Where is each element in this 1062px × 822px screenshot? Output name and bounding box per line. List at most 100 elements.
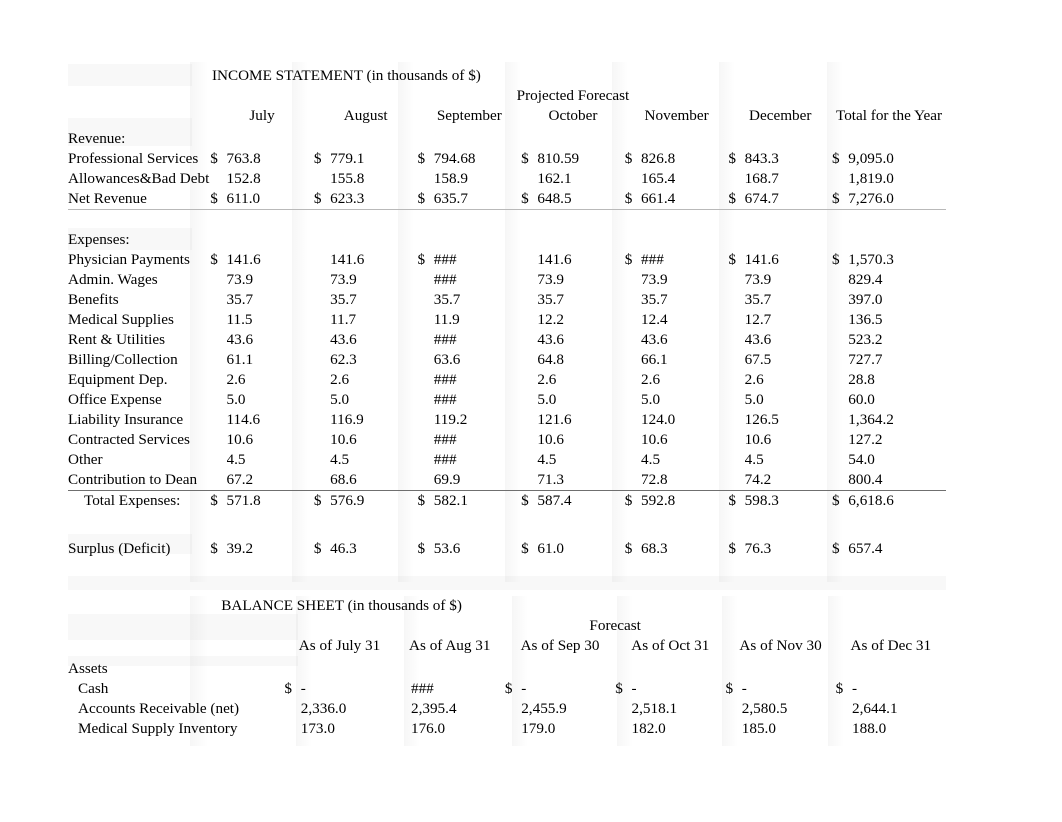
cell-value[interactable]: 185.0 [742,719,836,739]
cell-total[interactable]: 60.0 [848,390,946,410]
cell-value[interactable]: 2,644.1 [852,699,946,719]
cell-value[interactable]: 5.0 [227,390,314,410]
cell-value[interactable]: 661.4 [641,189,729,210]
cell-value[interactable]: 35.7 [330,290,417,310]
cell-value[interactable]: 173.0 [301,719,395,739]
table-row[interactable]: Physician Payments $ 141.6 141.6 $ ### 1… [68,250,946,270]
cell-value[interactable]: 73.9 [330,270,417,290]
table-row[interactable]: Benefits 35.7 35.7 35.7 35.7 35.7 35.7 3… [68,290,946,310]
cell-total[interactable]: 1,364.2 [848,410,946,430]
cell-value[interactable]: 4.5 [745,450,832,470]
cell-value[interactable]: 12.2 [537,310,624,330]
cell-value[interactable]: - [742,679,836,699]
cell-total[interactable]: 727.7 [848,350,946,370]
table-row[interactable]: Professional Services $ 763.8 $ 779.1 $ … [68,149,946,169]
cell-value[interactable]: 2.6 [227,370,314,390]
income-statement-table[interactable]: INCOME STATEMENT (in thousands of $) Pro… [68,66,946,559]
cell-total[interactable]: 7,276.0 [848,189,946,210]
cell-value[interactable]: 35.7 [537,290,624,310]
cell-total[interactable]: 397.0 [848,290,946,310]
cell-value[interactable]: ### [641,250,728,270]
cell-value[interactable]: 46.3 [330,539,417,559]
cell-total[interactable]: 136.5 [848,310,946,330]
cell-value[interactable]: 168.7 [745,169,832,189]
cell-value[interactable]: 2,580.5 [742,699,836,719]
cell-value[interactable]: ### [411,679,505,699]
cell-total[interactable]: 1,819.0 [848,169,946,189]
cell-value[interactable]: 43.6 [745,330,832,350]
cell-value[interactable]: 810.59 [537,149,624,169]
cell-value[interactable]: 179.0 [521,719,615,739]
table-row[interactable]: Rent & Utilities 43.6 43.6 ### 43.6 43.6… [68,330,946,350]
cell-total[interactable]: 829.4 [848,270,946,290]
cell-value[interactable]: 188.0 [852,719,946,739]
cell-value[interactable]: 124.0 [641,410,728,430]
table-row[interactable]: Allowances&Bad Debt 152.8 155.8 158.9 16… [68,169,946,189]
cell-value[interactable]: 2,336.0 [301,699,395,719]
table-row[interactable]: Admin. Wages 73.9 73.9 ### 73.9 73.9 73.… [68,270,946,290]
cell-value[interactable]: 763.8 [227,149,314,169]
cell-value[interactable]: 72.8 [641,470,728,491]
cell-value[interactable]: 4.5 [641,450,728,470]
cell-value[interactable]: 74.2 [745,470,832,491]
cell-value[interactable]: 114.6 [227,410,314,430]
cell-value[interactable]: 121.6 [537,410,624,430]
cell-value[interactable]: 73.9 [745,270,832,290]
cell-value[interactable]: 162.1 [537,169,624,189]
table-row[interactable]: Other 4.5 4.5 ### 4.5 4.5 4.5 54.0 [68,450,946,470]
cell-value[interactable]: 10.6 [330,430,417,450]
cell-value[interactable]: 826.8 [641,149,728,169]
cell-value[interactable]: 576.9 [330,490,418,511]
cell-value[interactable]: 2.6 [537,370,624,390]
cell-value[interactable]: 35.7 [745,290,832,310]
cell-value[interactable]: 63.6 [434,350,521,370]
cell-value[interactable]: 43.6 [227,330,314,350]
cell-value[interactable]: ### [434,370,521,390]
cell-value[interactable]: 53.6 [434,539,521,559]
cell-value[interactable]: 648.5 [537,189,625,210]
cell-value[interactable]: 62.3 [330,350,417,370]
cell-value[interactable]: 11.7 [330,310,417,330]
cell-value[interactable]: 119.2 [434,410,521,430]
cell-value[interactable]: 2.6 [641,370,728,390]
balance-sheet-table[interactable]: BALANCE SHEET (in thousands of $) Foreca… [68,596,946,739]
cell-value[interactable]: 39.2 [227,539,314,559]
cell-value[interactable]: 4.5 [227,450,314,470]
cell-value[interactable]: 182.0 [632,719,726,739]
table-row[interactable]: Medical Supply Inventory 173.0 176.0 179… [68,719,946,739]
cell-total[interactable]: 54.0 [848,450,946,470]
cell-value[interactable]: 165.4 [641,169,728,189]
cell-value[interactable]: 76.3 [745,539,832,559]
cell-value[interactable]: 587.4 [537,490,625,511]
cell-value[interactable]: 35.7 [434,290,521,310]
cell-value[interactable]: 68.6 [330,470,417,491]
cell-value[interactable]: 176.0 [411,719,505,739]
cell-value[interactable]: 5.0 [745,390,832,410]
cell-value[interactable]: ### [434,330,521,350]
cell-value[interactable]: 2.6 [330,370,417,390]
cell-value[interactable]: 10.6 [227,430,314,450]
cell-value[interactable]: - [521,679,615,699]
total-expenses-row[interactable]: Total Expenses: $ 571.8 $ 576.9 $ 582.1 … [68,490,946,511]
cell-value[interactable]: 61.1 [227,350,314,370]
cell-value[interactable]: 43.6 [641,330,728,350]
cell-value[interactable]: 674.7 [744,189,833,210]
cell-value[interactable]: ### [434,250,521,270]
cell-value[interactable]: 4.5 [537,450,624,470]
cell-value[interactable]: 779.1 [330,149,417,169]
cell-value[interactable]: 43.6 [537,330,624,350]
cell-value[interactable]: 35.7 [227,290,314,310]
cell-value[interactable]: 4.5 [330,450,417,470]
cell-value[interactable]: 73.9 [537,270,624,290]
cell-total[interactable]: 127.2 [848,430,946,450]
cell-value[interactable]: ### [434,450,521,470]
cell-value[interactable]: 10.6 [537,430,624,450]
cell-value[interactable]: 843.3 [745,149,832,169]
surplus-deficit-row[interactable]: Surplus (Deficit) $ 39.2 $ 46.3 $ 53.6 $… [68,539,946,559]
cell-value[interactable]: 73.9 [641,270,728,290]
cell-value[interactable]: ### [434,390,521,410]
table-row[interactable]: Net Revenue $ 611.0 $ 623.3 $ 635.7 $ 64… [68,189,946,210]
cell-value[interactable]: - [301,679,395,699]
table-row[interactable]: Accounts Receivable (net) 2,336.0 2,395.… [68,699,946,719]
cell-total[interactable]: 800.4 [848,470,946,491]
